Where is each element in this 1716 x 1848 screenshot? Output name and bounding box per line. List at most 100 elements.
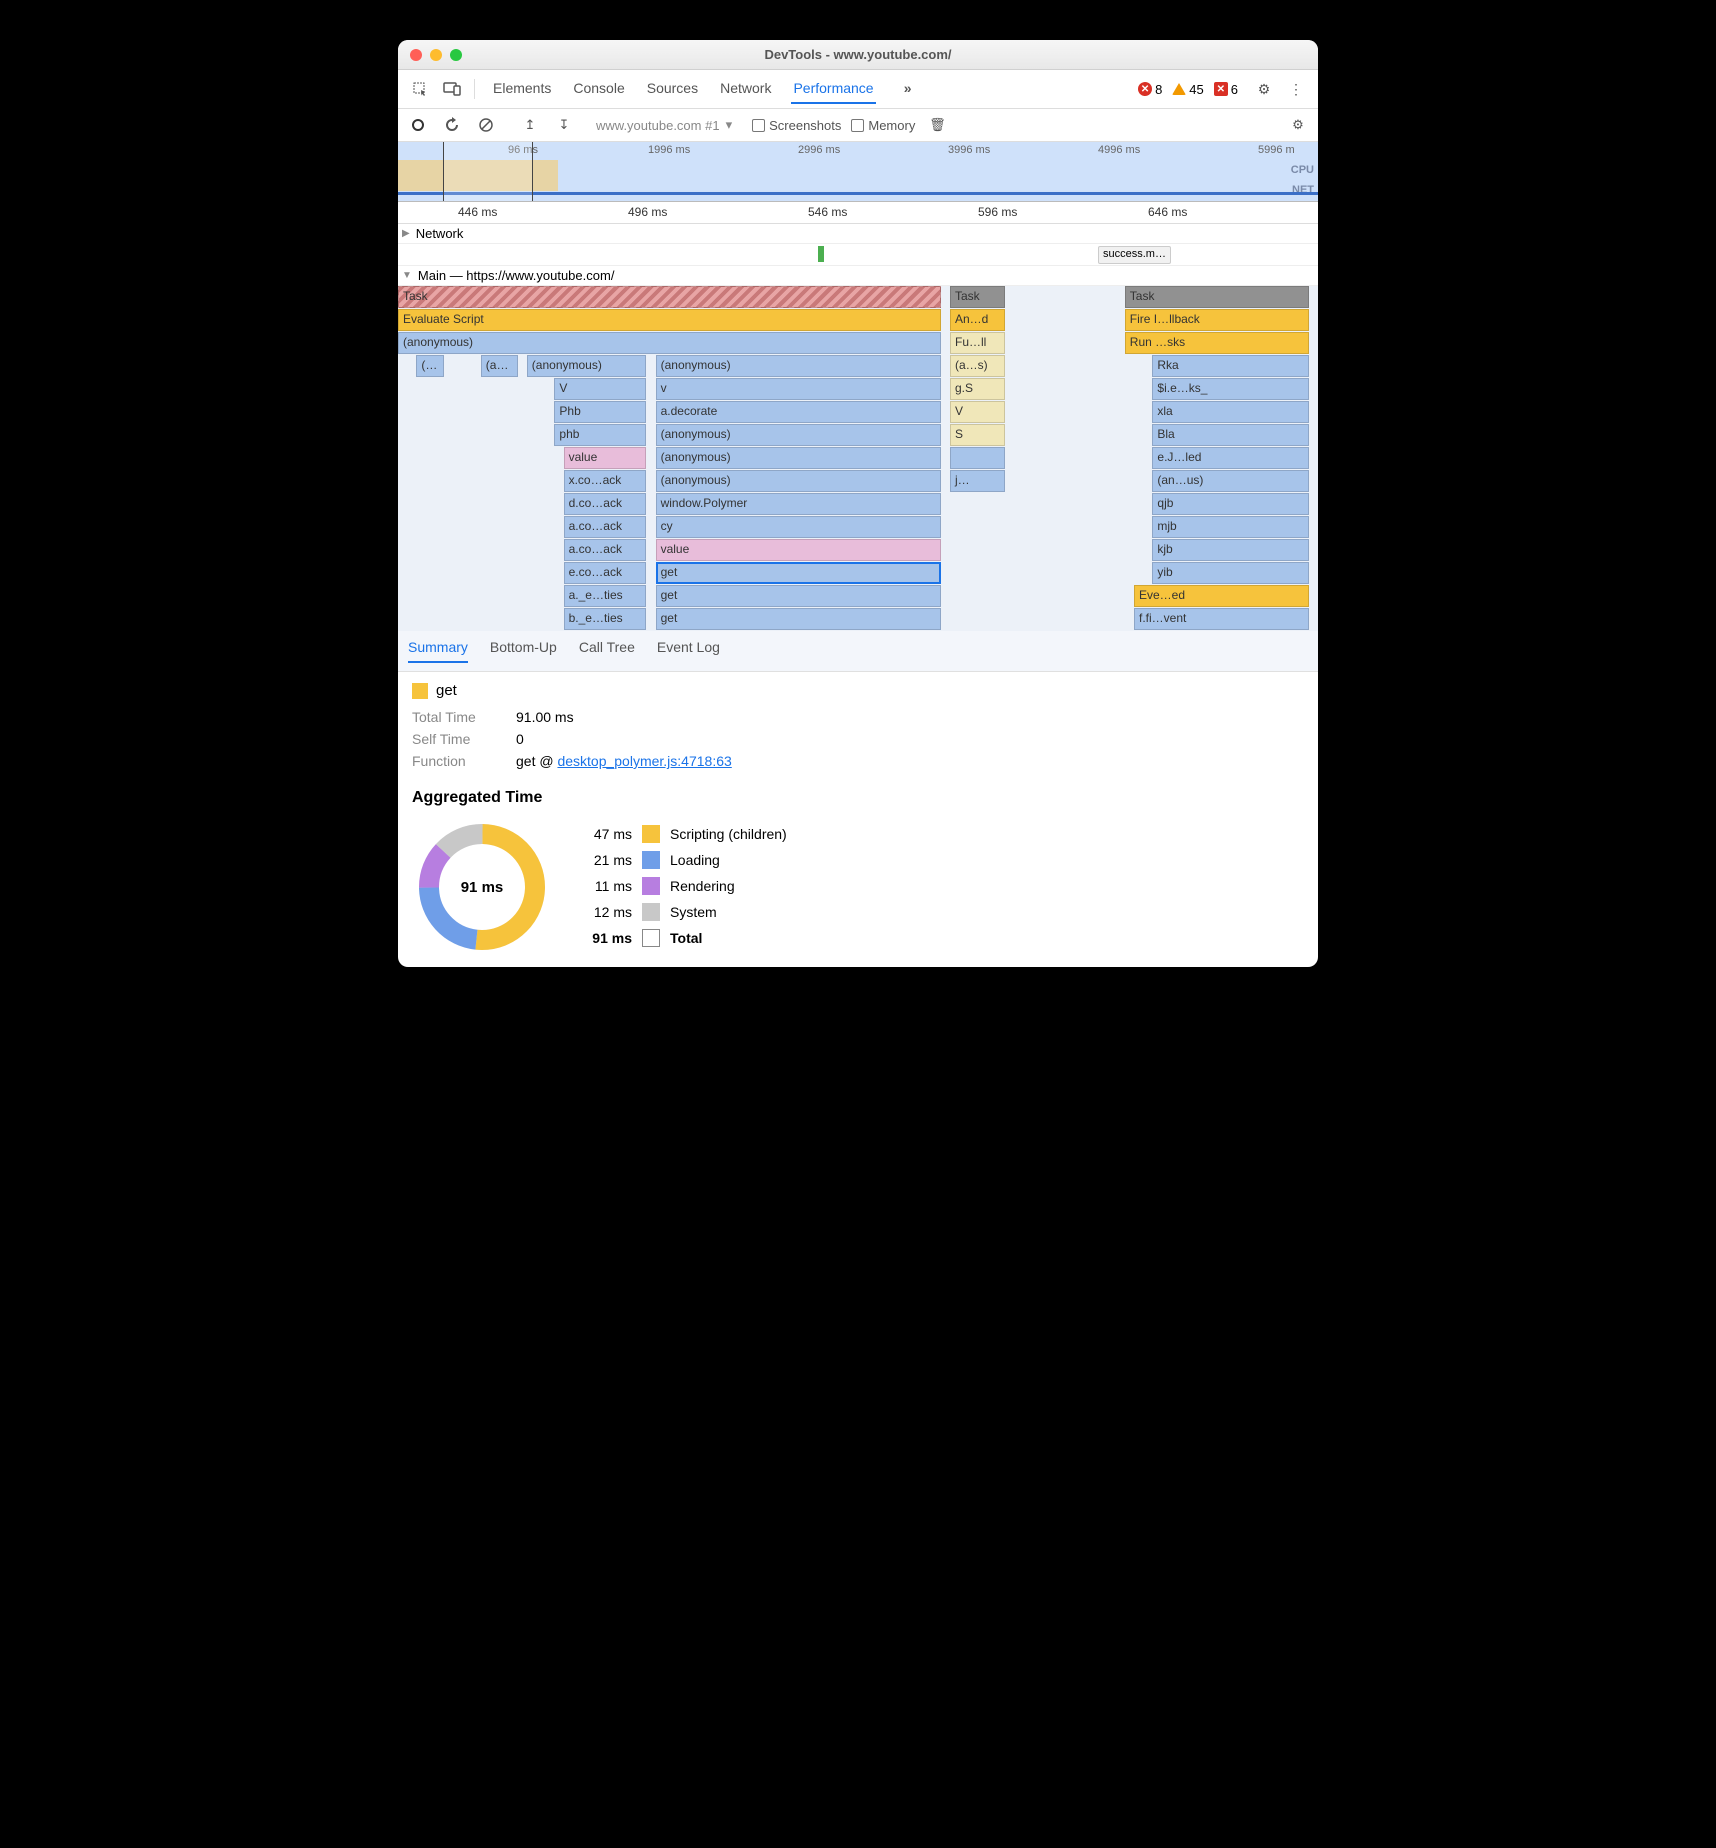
legend-time: 47 ms bbox=[582, 826, 632, 842]
flame-chart[interactable]: TaskTaskTaskEvaluate ScriptAn…dFire I…ll… bbox=[398, 286, 1318, 631]
titlebar[interactable]: DevTools - www.youtube.com/ bbox=[398, 40, 1318, 70]
network-track-header[interactable]: ▶Network bbox=[398, 224, 1318, 244]
flame-bar[interactable]: cy bbox=[656, 516, 941, 538]
flame-bar[interactable]: Rka bbox=[1152, 355, 1308, 377]
flame-bar[interactable]: e.J…led bbox=[1152, 447, 1308, 469]
flame-bar[interactable]: value bbox=[656, 539, 941, 561]
time-ruler[interactable]: 446 ms 496 ms 546 ms 596 ms 646 ms bbox=[398, 202, 1318, 224]
flame-bar[interactable]: (… bbox=[416, 355, 444, 377]
flame-bar[interactable]: yib bbox=[1152, 562, 1308, 584]
kebab-menu-icon[interactable]: ⋮ bbox=[1282, 75, 1310, 103]
minimize-icon[interactable] bbox=[430, 49, 442, 61]
warnings-badge[interactable]: 45 bbox=[1172, 82, 1203, 97]
flame-bar[interactable]: Eve…ed bbox=[1134, 585, 1309, 607]
viewport-selection[interactable] bbox=[443, 142, 533, 201]
flame-bar[interactable] bbox=[950, 447, 1005, 469]
flame-bar[interactable]: get bbox=[656, 608, 941, 630]
tab-performance[interactable]: Performance bbox=[791, 74, 875, 104]
flame-bar[interactable]: a.co…ack bbox=[564, 516, 647, 538]
overview-minimap[interactable]: 96 ms 1996 ms 2996 ms 3996 ms 4996 ms 59… bbox=[398, 142, 1318, 202]
dtab-eventlog[interactable]: Event Log bbox=[657, 639, 720, 663]
screenshots-checkbox[interactable]: Screenshots bbox=[752, 118, 841, 133]
flame-bar[interactable]: d.co…ack bbox=[564, 493, 647, 515]
download-icon[interactable]: ↧ bbox=[552, 113, 576, 137]
upload-icon[interactable]: ↥ bbox=[518, 113, 542, 137]
flame-bar[interactable]: window.Polymer bbox=[656, 493, 941, 515]
errors-badge[interactable]: ✕8 bbox=[1138, 82, 1162, 97]
flame-bar[interactable]: Bla bbox=[1152, 424, 1308, 446]
flame-bar[interactable]: $i.e…ks_ bbox=[1152, 378, 1308, 400]
tab-sources[interactable]: Sources bbox=[645, 74, 700, 104]
flame-bar[interactable]: mjb bbox=[1152, 516, 1308, 538]
net-request-chip[interactable]: success.m… bbox=[1098, 246, 1171, 264]
clear-icon[interactable] bbox=[474, 113, 498, 137]
target-select[interactable]: www.youtube.com #1 ▾ bbox=[596, 117, 732, 133]
record-icon[interactable] bbox=[406, 113, 430, 137]
flame-bar[interactable]: V bbox=[554, 378, 646, 400]
flame-bar[interactable]: g.S bbox=[950, 378, 1005, 400]
flame-bar[interactable]: xla bbox=[1152, 401, 1308, 423]
flame-bar[interactable]: V bbox=[950, 401, 1005, 423]
flame-bar[interactable]: phb bbox=[554, 424, 646, 446]
main-track-header[interactable]: ▼Main — https://www.youtube.com/ bbox=[398, 266, 1318, 286]
flame-bar[interactable]: Task bbox=[950, 286, 1005, 308]
close-icon[interactable] bbox=[410, 49, 422, 61]
net-request-bar[interactable] bbox=[818, 246, 824, 262]
flame-bar[interactable]: f.fi…vent bbox=[1134, 608, 1309, 630]
flame-bar[interactable]: (a…s) bbox=[950, 355, 1005, 377]
tab-network[interactable]: Network bbox=[718, 74, 773, 104]
function-link[interactable]: desktop_polymer.js:4718:63 bbox=[557, 753, 731, 769]
flame-bar[interactable]: S bbox=[950, 424, 1005, 446]
minimap-tick: 3996 ms bbox=[948, 144, 990, 156]
flame-bar[interactable]: get bbox=[656, 585, 941, 607]
flame-bar[interactable]: b._e…ties bbox=[564, 608, 647, 630]
flame-bar[interactable]: value bbox=[564, 447, 647, 469]
dtab-calltree[interactable]: Call Tree bbox=[579, 639, 635, 663]
flame-bar[interactable]: (anonymous) bbox=[398, 332, 941, 354]
blocked-badge[interactable]: ✕6 bbox=[1214, 82, 1238, 97]
flame-bar[interactable]: a.co…ack bbox=[564, 539, 647, 561]
flame-bar[interactable]: (anonymous) bbox=[656, 355, 941, 377]
memory-checkbox[interactable]: Memory bbox=[851, 118, 915, 133]
flame-bar[interactable]: (anonymous) bbox=[656, 424, 941, 446]
flame-bar[interactable]: Task bbox=[398, 286, 941, 308]
summary-panel: get Total Time91.00 ms Self Time0 Functi… bbox=[398, 672, 1318, 967]
flame-bar[interactable]: v bbox=[656, 378, 941, 400]
gc-icon[interactable]: 🗑 bbox=[925, 113, 949, 137]
settings-icon[interactable]: ⚙ bbox=[1250, 75, 1278, 103]
donut-chart: 91 ms bbox=[412, 817, 552, 957]
flame-bar[interactable]: a._e…ties bbox=[564, 585, 647, 607]
flame-bar[interactable]: (anonymous) bbox=[656, 447, 941, 469]
tab-elements[interactable]: Elements bbox=[491, 74, 553, 104]
flame-bar[interactable]: qjb bbox=[1152, 493, 1308, 515]
tab-console[interactable]: Console bbox=[571, 74, 626, 104]
flame-bar[interactable]: Evaluate Script bbox=[398, 309, 941, 331]
flame-bar[interactable]: Phb bbox=[554, 401, 646, 423]
flame-bar[interactable]: (anonymous) bbox=[527, 355, 647, 377]
more-tabs-icon[interactable]: » bbox=[894, 74, 922, 102]
flame-bar[interactable]: kjb bbox=[1152, 539, 1308, 561]
flame-bar[interactable]: Fire I…llback bbox=[1125, 309, 1309, 331]
flame-bar[interactable]: Run …sks bbox=[1125, 332, 1309, 354]
capture-settings-icon[interactable]: ⚙ bbox=[1286, 113, 1310, 137]
inspect-icon[interactable] bbox=[406, 75, 434, 103]
reload-record-icon[interactable] bbox=[440, 113, 464, 137]
dtab-bottomup[interactable]: Bottom-Up bbox=[490, 639, 557, 663]
self-time-value: 0 bbox=[516, 731, 524, 747]
maximize-icon[interactable] bbox=[450, 49, 462, 61]
ruler-tick: 546 ms bbox=[808, 205, 847, 219]
flame-bar[interactable]: x.co…ack bbox=[564, 470, 647, 492]
flame-bar[interactable]: (anonymous) bbox=[656, 470, 941, 492]
flame-bar[interactable]: (a…s) bbox=[481, 355, 518, 377]
flame-bar[interactable]: An…d bbox=[950, 309, 1005, 331]
flame-bar[interactable]: get bbox=[656, 562, 941, 584]
dtab-summary[interactable]: Summary bbox=[408, 639, 468, 663]
flame-bar[interactable]: e.co…ack bbox=[564, 562, 647, 584]
flame-bar[interactable]: Task bbox=[1125, 286, 1309, 308]
flame-bar[interactable]: j… bbox=[950, 470, 1005, 492]
device-toggle-icon[interactable] bbox=[438, 75, 466, 103]
network-lane[interactable]: success.m… bbox=[398, 244, 1318, 266]
flame-bar[interactable]: (an…us) bbox=[1152, 470, 1308, 492]
flame-bar[interactable]: Fu…ll bbox=[950, 332, 1005, 354]
flame-bar[interactable]: a.decorate bbox=[656, 401, 941, 423]
